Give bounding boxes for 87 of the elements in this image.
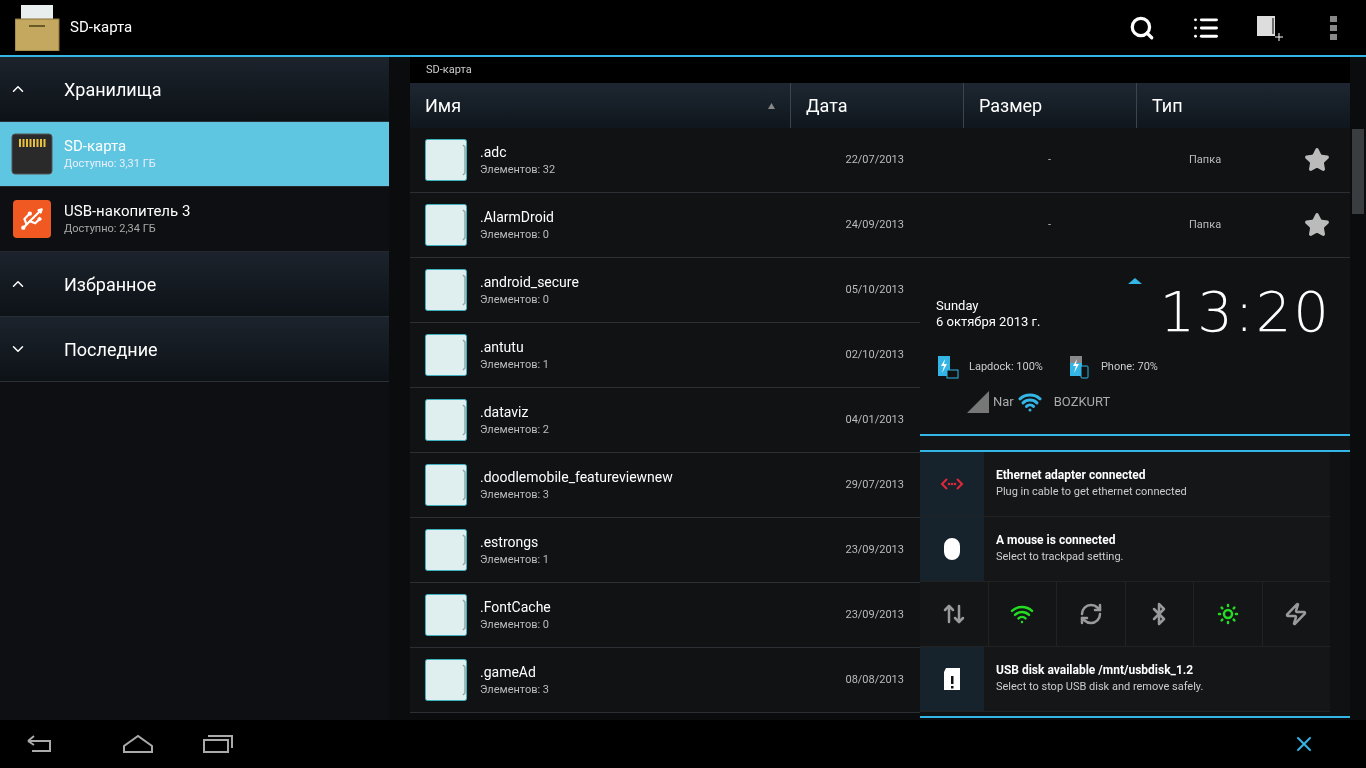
notification-title: USB disk available /mnt/usbdisk_1.2: [996, 662, 1195, 680]
item-count: Элементов: 0: [480, 291, 551, 308]
sidebar-section-header[interactable]: Последние: [0, 317, 389, 382]
lightning-icon[interactable]: [1284, 602, 1309, 626]
notification-title: Ethernet adapter connected: [996, 467, 1147, 485]
notification[interactable]: Ethernet adapter connected Plug in cable to get ethernet connected: [920, 452, 1330, 517]
notification-title: A mouse is connected: [996, 532, 1117, 550]
app-title: SD-карта: [70, 17, 133, 39]
usb-icon: [13, 200, 51, 238]
storage-free-space: Доступно: 2,34 ГБ: [64, 220, 157, 237]
item-count: Элементов: 3: [480, 681, 550, 698]
file-name: .gameAd: [480, 662, 537, 682]
recent-apps-icon: [202, 734, 234, 754]
folder-icon: [425, 464, 467, 506]
folder-icon: [425, 594, 467, 636]
file-name: .adc: [480, 142, 508, 162]
wifi-network-name: BOZKURT: [1053, 393, 1111, 412]
file-name: .estrongs: [480, 532, 540, 552]
file-date: 23/09/2013: [845, 541, 904, 558]
storage-name: SD-карта: [64, 135, 128, 156]
item-count: Элементов: 0: [480, 226, 551, 243]
file-date: 23/09/2013: [845, 606, 904, 623]
scrollbar-thumb[interactable]: [1352, 129, 1364, 214]
ethernet-icon: [940, 477, 964, 491]
file-name: .FontCache: [480, 597, 551, 617]
file-date: 02/10/2013: [845, 346, 904, 363]
file-date: 22/07/2013: [845, 151, 904, 168]
home-icon: [122, 734, 154, 754]
notification-text: Select to stop USB disk and remove safely.: [996, 679, 1204, 696]
file-name: .android_secure: [480, 272, 579, 292]
file-row[interactable]: .AlarmDroid Элементов: 0 24/09/2013 - Папка: [410, 193, 1350, 258]
storage-free-space: Доступно: 3,31 ГБ: [64, 155, 156, 172]
file-size: -: [1047, 216, 1051, 233]
file-date: 05/10/2013: [845, 281, 904, 298]
battery-label: Lapdock: 100%: [969, 358, 1043, 375]
data-arrows-icon[interactable]: [941, 602, 966, 626]
notification-text: Select to trackpad setting.: [996, 549, 1124, 566]
laptop-battery-icon: [936, 354, 960, 380]
file-row[interactable]: .adc Элементов: 32 22/07/2013 - Папка: [410, 128, 1350, 193]
sidebar-section-header[interactable]: Хранилища: [0, 57, 389, 122]
more-options-icon: [1330, 15, 1338, 40]
folder-icon: [425, 139, 467, 181]
file-name: .antutu: [480, 337, 525, 357]
folder-icon: [425, 659, 467, 701]
item-count: Элементов: 3: [480, 486, 551, 503]
search-icon: [1129, 14, 1155, 41]
favorite-star-icon[interactable]: [1304, 212, 1330, 238]
new-folder-icon: [1257, 13, 1283, 42]
sd-card-icon: [10, 132, 54, 176]
weekday: Sunday: [936, 298, 980, 314]
file-type: Папка: [1189, 151, 1222, 168]
sort-arrow-icon: [768, 102, 775, 109]
item-count: Элементов: 32: [480, 161, 556, 178]
sd-card-warning-icon: [944, 668, 960, 690]
carrier-name: Nar: [993, 393, 1014, 412]
file-date: 29/07/2013: [845, 476, 904, 493]
file-name: .AlarmDroid: [480, 207, 554, 227]
drawer-app-icon[interactable]: [15, 4, 61, 51]
file-date: 24/09/2013: [845, 216, 904, 233]
item-count: Элементов: 0: [480, 616, 551, 633]
breadcrumb[interactable]: SD-карта: [426, 61, 472, 79]
favorite-star-icon[interactable]: [1304, 147, 1330, 173]
item-count: Элементов: 2: [480, 421, 550, 438]
file-date: 04/01/2013: [845, 411, 904, 428]
item-count: Элементов: 1: [480, 551, 550, 568]
file-name: .dataviz: [480, 402, 530, 422]
folder-icon: [425, 204, 467, 246]
sync-icon[interactable]: [1078, 602, 1103, 626]
folder-icon: [425, 334, 467, 376]
folder-icon: [425, 269, 467, 311]
phone-battery-icon: [1067, 354, 1092, 380]
brightness-icon[interactable]: [1215, 602, 1240, 626]
signal-icon: [967, 391, 989, 413]
file-size: -: [1047, 151, 1051, 168]
column-header[interactable]: Имя: [410, 83, 790, 128]
file-type: Папка: [1189, 216, 1222, 233]
notification[interactable]: A mouse is connected Select to trackpad setting.: [920, 517, 1330, 582]
storage-name: USB-накопитель 3: [64, 200, 191, 221]
file-date: 08/08/2013: [845, 671, 904, 688]
folder-icon: [425, 529, 467, 571]
file-name: .doodlemobile_featureviewnew: [480, 467, 673, 487]
sidebar-section-header[interactable]: Избранное: [0, 252, 389, 317]
battery-label: Phone: 70%: [1100, 358, 1158, 375]
item-count: Элементов: 1: [480, 356, 550, 373]
folder-icon: [425, 399, 467, 441]
notification-text: Plug in cable to get ethernet connected: [996, 484, 1187, 501]
notification[interactable]: USB disk available /mnt/usbdisk_1.2 Select to stop USB disk and remove safely.: [920, 647, 1330, 712]
